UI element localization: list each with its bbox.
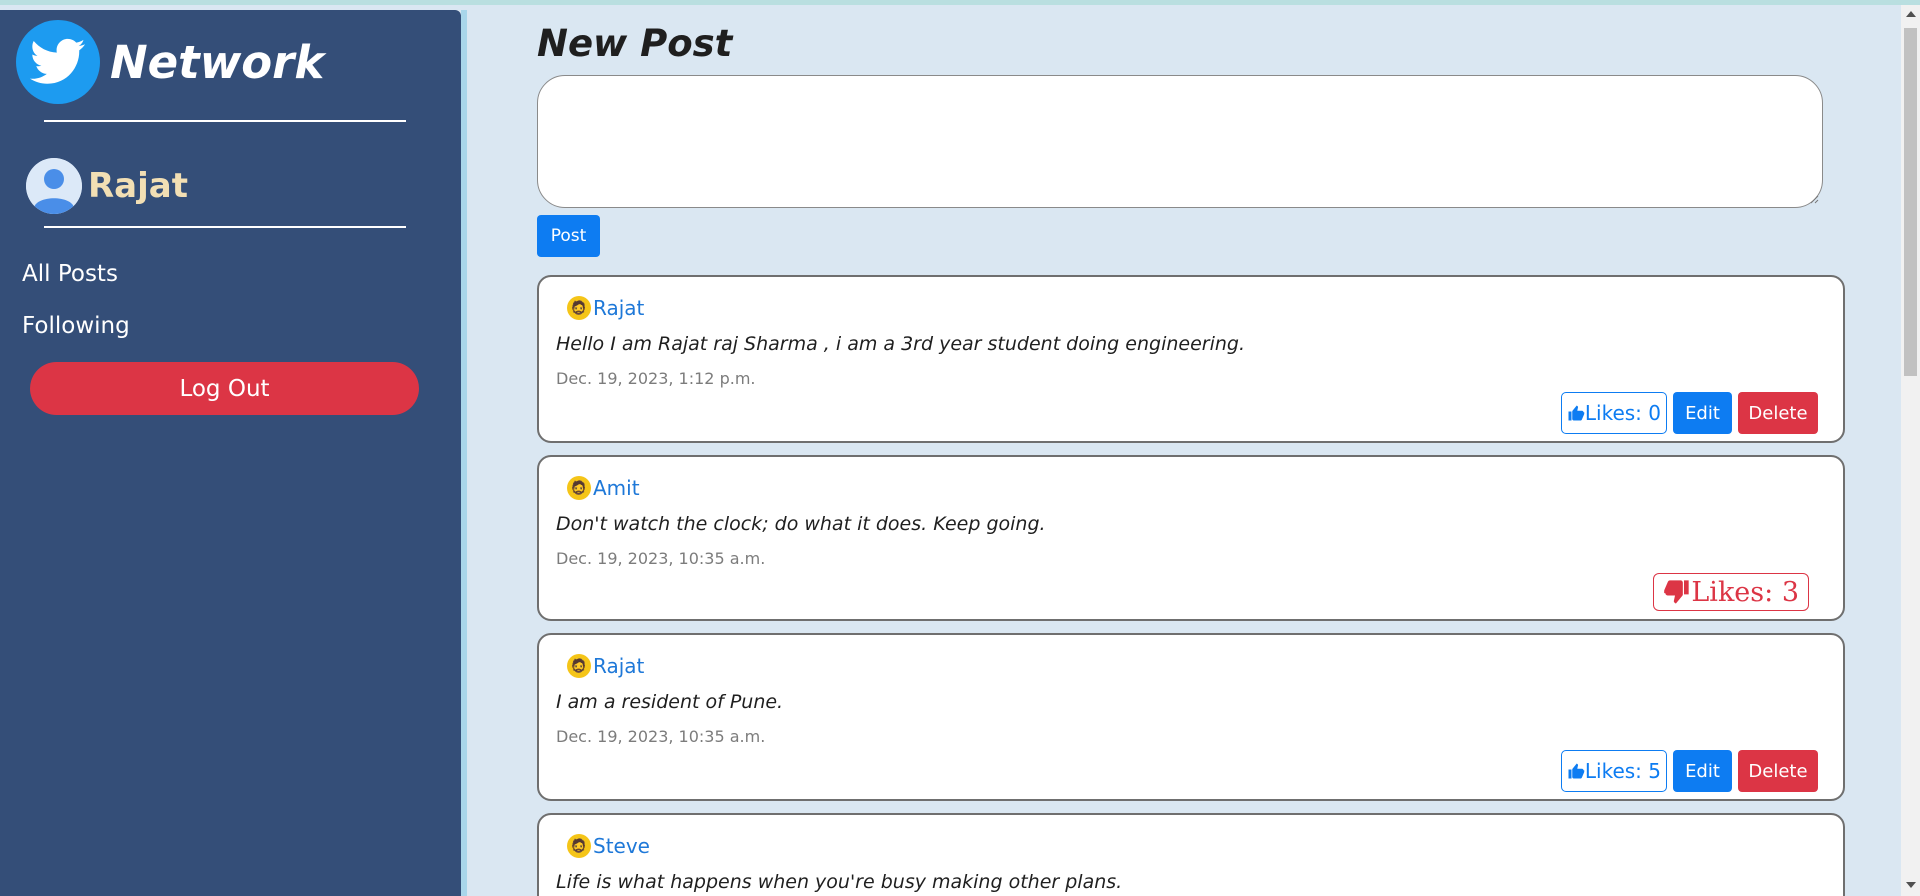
sidebar: Network Rajat All Posts Following Log Ou… <box>0 10 461 896</box>
brand[interactable]: Network <box>16 20 324 104</box>
scroll-down-icon[interactable] <box>1906 882 1916 888</box>
logout-button[interactable]: Log Out <box>30 362 419 415</box>
edit-button[interactable]: Edit <box>1673 750 1732 792</box>
twitter-bird-icon <box>16 20 100 104</box>
author-name[interactable]: Steve <box>593 834 650 858</box>
top-strip <box>0 0 1920 5</box>
author-name[interactable]: Amit <box>593 476 640 500</box>
scroll-up-icon[interactable] <box>1906 11 1916 17</box>
sidebar-divider <box>44 120 406 122</box>
like-count: Likes: 3 <box>1691 576 1799 608</box>
post-button[interactable]: Post <box>537 215 600 257</box>
delete-button[interactable]: Delete <box>1738 750 1818 792</box>
thumbs-up-icon <box>1568 405 1585 421</box>
post-content: I am a resident of Pune. <box>556 691 784 713</box>
like-button[interactable]: Likes: 5 <box>1560 750 1667 792</box>
scroll-thumb[interactable] <box>1904 28 1917 376</box>
post-content: Don't watch the clock; do what it does. … <box>556 513 1046 535</box>
post-author[interactable]: 🧔 Rajat <box>567 296 644 320</box>
user-profile[interactable]: Rajat <box>26 158 188 214</box>
post-card: 🧔 Amit Don't watch the clock; do what it… <box>537 455 1845 621</box>
delete-button[interactable]: Delete <box>1738 392 1818 434</box>
user-avatar-icon <box>26 158 82 214</box>
thumbs-down-icon <box>1664 580 1690 604</box>
vertical-scrollbar[interactable] <box>1901 5 1920 896</box>
author-name[interactable]: Rajat <box>593 654 644 678</box>
post-actions: Likes: 0 Edit Delete <box>1560 392 1818 434</box>
post-timestamp: Dec. 19, 2023, 1:12 p.m. <box>556 369 756 388</box>
post-actions: Likes: 5 Edit Delete <box>1560 750 1818 792</box>
post-card: 🧔 Rajat I am a resident of Pune. Dec. 19… <box>537 633 1845 801</box>
unlike-button[interactable]: Likes: 3 <box>1653 573 1809 611</box>
like-count: Likes: 5 <box>1584 759 1661 783</box>
author-avatar-icon: 🧔 <box>567 296 591 320</box>
edit-button[interactable]: Edit <box>1673 392 1732 434</box>
sidebar-divider <box>44 226 406 228</box>
post-author[interactable]: 🧔 Rajat <box>567 654 644 678</box>
post-card: 🧔 Steve Life is what happens when you're… <box>537 813 1845 896</box>
post-timestamp: Dec. 19, 2023, 10:35 a.m. <box>556 549 766 568</box>
like-button[interactable]: Likes: 0 <box>1560 392 1667 434</box>
post-textarea[interactable] <box>537 75 1823 208</box>
sidebar-edge <box>461 10 467 896</box>
author-avatar-icon: 🧔 <box>567 834 591 858</box>
like-count: Likes: 0 <box>1584 401 1661 425</box>
author-name[interactable]: Rajat <box>593 296 644 320</box>
new-post-title: New Post <box>537 22 733 65</box>
post-content: Life is what happens when you're busy ma… <box>556 871 1123 893</box>
post-author[interactable]: 🧔 Amit <box>567 476 640 500</box>
post-author[interactable]: 🧔 Steve <box>567 834 650 858</box>
resize-grip-icon[interactable] <box>1809 194 1819 204</box>
post-card: 🧔 Rajat Hello I am Rajat raj Sharma , i … <box>537 275 1845 443</box>
brand-name: Network <box>110 35 325 89</box>
nav-all-posts[interactable]: All Posts <box>22 261 118 287</box>
post-content: Hello I am Rajat raj Sharma , i am a 3rd… <box>556 333 1246 355</box>
username: Rajat <box>88 166 188 206</box>
author-avatar-icon: 🧔 <box>567 476 591 500</box>
post-timestamp: Dec. 19, 2023, 10:35 a.m. <box>556 727 766 746</box>
thumbs-up-icon <box>1568 763 1585 779</box>
nav-following[interactable]: Following <box>22 313 130 339</box>
author-avatar-icon: 🧔 <box>567 654 591 678</box>
